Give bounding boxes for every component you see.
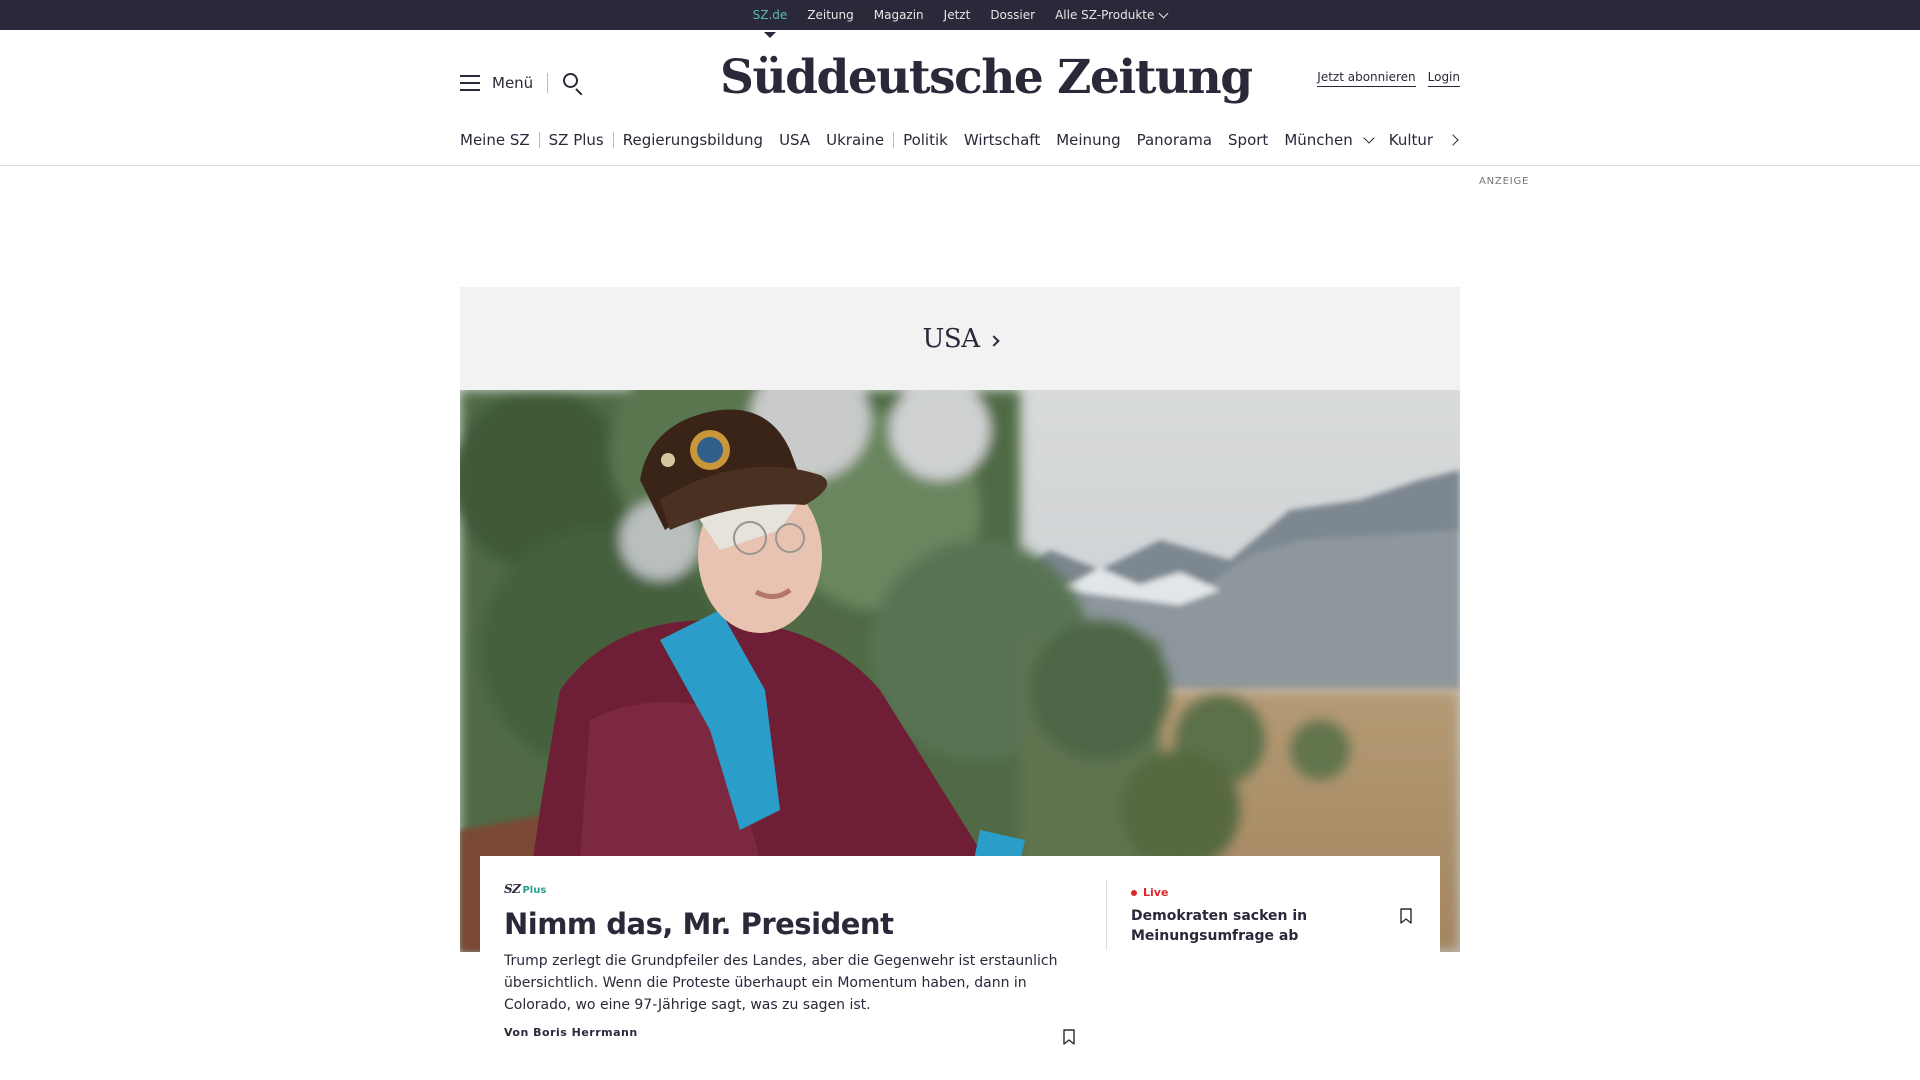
topbar-link-label: Zeitung: [807, 8, 854, 22]
topbar-link-alle-produkte[interactable]: Alle SZ-Produkte: [1055, 8, 1169, 22]
header-left: Menü: [460, 68, 584, 98]
nav-item-meine-sz[interactable]: Meine SZ: [460, 131, 530, 149]
teaser-text: Trump zerlegt die Grundpfeiler des Lande…: [504, 953, 1058, 1013]
topbar-link-label: SZ.de: [752, 8, 788, 22]
site-logo[interactable]: Süddeutsche Zeitung: [720, 46, 1253, 110]
side-story-headline[interactable]: Demokraten sacken in Meinungsumfrage ab: [1131, 906, 1371, 946]
header-right: Jetzt abonnieren Login: [1317, 70, 1460, 87]
ad-label: ANZEIGE: [1479, 176, 1530, 187]
nav-item-panorama[interactable]: Panorama: [1137, 131, 1212, 149]
side-story[interactable]: Live Demokraten sacken in Meinungsumfrag…: [1131, 886, 1371, 946]
topbar-link-dossier[interactable]: Dossier: [990, 8, 1035, 22]
divider: [538, 132, 540, 148]
nav-scroll-right-button[interactable]: [1446, 132, 1460, 148]
bookmark-icon[interactable]: [1063, 1029, 1075, 1045]
bookmark-icon[interactable]: [1400, 908, 1412, 924]
product-nav: SZ.de Zeitung Magazin Jetzt Dossier Alle…: [0, 0, 1920, 38]
top-bar: SZ.de Zeitung Magazin Jetzt Dossier Alle…: [0, 0, 1920, 38]
topbar-link-label: Magazin: [873, 8, 924, 22]
nav-item-regierungsbildung[interactable]: Regierungsbildung: [623, 131, 763, 149]
hamburger-icon[interactable]: [460, 75, 480, 91]
live-dot-icon: [1131, 889, 1137, 896]
nav-item-meinung[interactable]: Meinung: [1056, 131, 1120, 149]
topbar-link-label: Alle SZ-Produkte: [1055, 8, 1155, 22]
menu-button[interactable]: Menü: [492, 74, 533, 92]
teaser-main: SZ Plus Nimm das, Mr. President Trump ze…: [504, 882, 1064, 1039]
divider: [612, 132, 614, 148]
topbar-link-zeitung[interactable]: Zeitung: [807, 8, 853, 22]
login-link[interactable]: Login: [1427, 70, 1460, 87]
sz-plus-badge-plus: Plus: [522, 885, 547, 896]
divider: [893, 132, 895, 148]
nav-divider: [0, 165, 1920, 166]
nav-item-sz-plus[interactable]: SZ Plus: [549, 131, 604, 149]
search-icon[interactable]: [562, 72, 584, 96]
topbar-link-magazin[interactable]: Magazin: [874, 8, 924, 22]
sz-plus-badge: SZ Plus: [504, 882, 1064, 896]
chevron-right-icon: [1447, 134, 1459, 146]
category-nav: Meine SZ SZ Plus Regierungsbildung USA U…: [460, 128, 1433, 152]
topbar-link-label: Dossier: [990, 8, 1036, 22]
nav-item-ukraine[interactable]: Ukraine: [826, 131, 884, 149]
nav-item-sport[interactable]: Sport: [1228, 131, 1268, 149]
chevron-down-icon: [1158, 8, 1169, 18]
chevron-right-icon: [987, 334, 1000, 347]
divider: [547, 73, 549, 93]
section-header-usa[interactable]: USA: [460, 287, 1460, 390]
live-label: Live: [1143, 886, 1169, 899]
nav-item-wirtschaft[interactable]: Wirtschaft: [964, 131, 1040, 149]
live-badge: Live: [1131, 886, 1371, 899]
sz-plus-badge-sz: SZ: [504, 882, 521, 896]
nav-item-kultur[interactable]: Kultur: [1389, 131, 1433, 149]
active-indicator-icon: [763, 32, 776, 38]
teaser-divider: [1106, 880, 1107, 950]
subscribe-link[interactable]: Jetzt abonnieren: [1317, 70, 1416, 87]
nav-item-usa[interactable]: USA: [779, 131, 810, 149]
topbar-link-label: Jetzt: [943, 8, 971, 22]
nav-item-politik[interactable]: Politik: [903, 131, 948, 149]
nav-item-muenchen[interactable]: München: [1284, 131, 1375, 149]
nav-item-label: München: [1284, 131, 1353, 149]
chevron-down-icon: [1363, 131, 1375, 144]
topbar-link-szde[interactable]: SZ.de: [752, 8, 788, 38]
teaser-author: Von Boris Herrmann: [504, 1026, 638, 1039]
section-title: USA: [922, 323, 981, 354]
teaser-headline[interactable]: Nimm das, Mr. President: [504, 906, 1064, 942]
topbar-link-jetzt[interactable]: Jetzt: [944, 8, 971, 22]
teaser-card[interactable]: SZ Plus Nimm das, Mr. President Trump ze…: [480, 856, 1440, 1080]
